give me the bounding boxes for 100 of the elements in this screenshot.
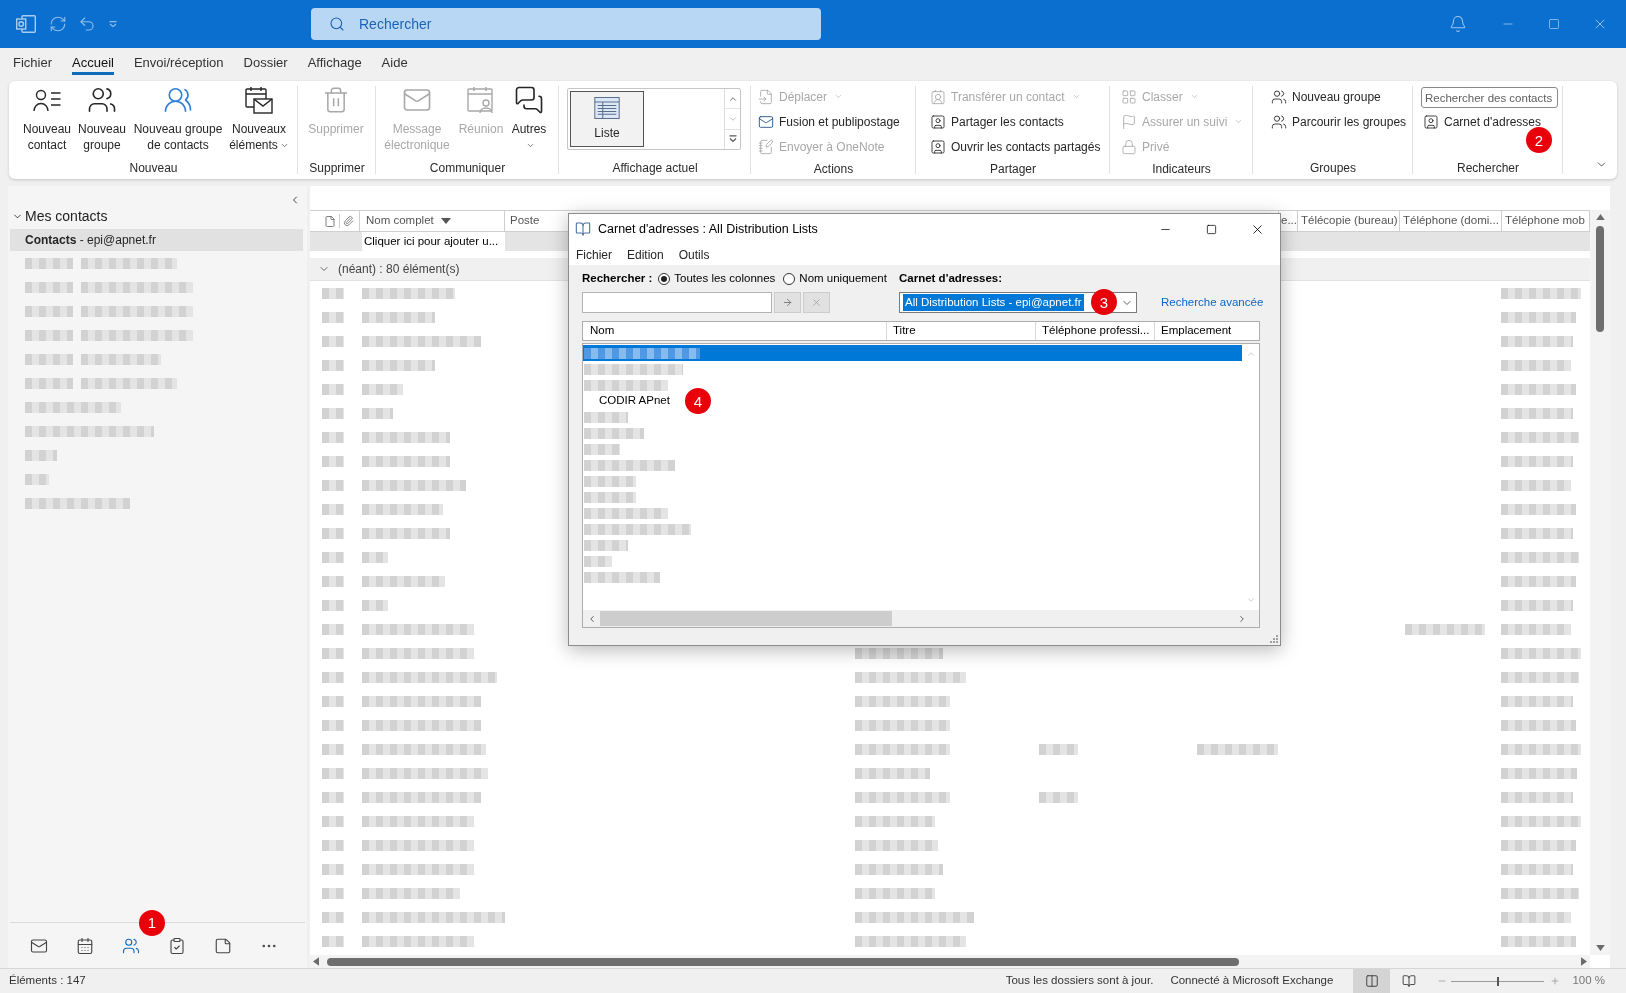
list-row[interactable] xyxy=(583,425,646,441)
scroll-up-icon[interactable] xyxy=(1595,214,1605,220)
people-icon xyxy=(1271,88,1287,105)
envelope-icon xyxy=(758,113,774,130)
list-row[interactable] xyxy=(583,441,622,457)
ribbon-button[interactable]: Nouveau contact xyxy=(20,81,74,157)
clear-icon xyxy=(811,297,822,308)
column-header[interactable]: e... xyxy=(1281,212,1297,230)
blurred-text xyxy=(584,411,628,423)
advanced-search-link[interactable]: Recherche avancée xyxy=(1161,293,1264,312)
blurred-text xyxy=(322,287,344,299)
blurred-text xyxy=(322,743,344,755)
step-marker: 4 xyxy=(685,388,711,414)
expand-gallery-icon[interactable] xyxy=(728,135,737,144)
blurred-text xyxy=(25,281,73,293)
blurred-text xyxy=(322,455,344,467)
zoom-in-icon[interactable] xyxy=(1550,976,1561,986)
search-field[interactable]: Rechercher xyxy=(311,8,821,40)
list-row[interactable] xyxy=(583,409,630,425)
list-row[interactable] xyxy=(583,537,630,553)
group-label: Affichage actuel xyxy=(611,160,699,177)
blurred-text xyxy=(362,599,388,611)
column-header[interactable]: Téléphone mob xyxy=(1505,212,1585,230)
caret-icon[interactable] xyxy=(109,21,117,27)
ribbon-button[interactable]: Parcourir les groupes xyxy=(1269,109,1409,134)
menu-tab[interactable]: Dossier xyxy=(243,48,288,75)
ribbon-button[interactable]: Nouveau groupe de contacts xyxy=(130,81,226,157)
scroll-left-icon[interactable] xyxy=(587,613,597,624)
menu-item[interactable]: Edition xyxy=(627,245,664,264)
app-logo-icon[interactable] xyxy=(16,15,36,33)
scrollbar-thumb[interactable] xyxy=(600,611,892,626)
ribbon-button[interactable]: Nouveau groupe xyxy=(75,81,129,157)
search-input[interactable] xyxy=(582,292,772,313)
tree-header[interactable]: Mes contacts xyxy=(8,206,307,226)
ribbon-button[interactable]: Nouveau groupe xyxy=(1269,84,1383,109)
list-row[interactable]: CODIR APnet xyxy=(583,393,672,409)
blurred-text xyxy=(1501,599,1573,611)
calendar-icon[interactable] xyxy=(76,936,94,955)
list-row[interactable] xyxy=(583,473,638,489)
column-header[interactable]: Nom xyxy=(583,322,887,340)
menu-tab[interactable]: Fichier xyxy=(13,48,52,75)
column-header[interactable]: Téléphone professi... xyxy=(1036,322,1155,340)
blurred-text xyxy=(322,839,344,851)
list-row[interactable] xyxy=(583,553,614,569)
ribbon-button[interactable]: Nouveaux éléments xyxy=(227,81,291,157)
maximize-icon[interactable] xyxy=(1205,223,1217,235)
go-button[interactable] xyxy=(774,292,801,313)
scroll-right-icon[interactable] xyxy=(1581,957,1587,966)
ribbon-button[interactable]: Ouvrir les contacts partagés xyxy=(928,134,1103,159)
menu-tab[interactable]: Envoi/réception xyxy=(133,48,224,75)
column-header[interactable]: Poste xyxy=(510,212,540,230)
resize-grip-icon[interactable] xyxy=(1269,634,1278,643)
contact-search-field[interactable]: Rechercher des contacts xyxy=(1421,87,1558,108)
blurred-text xyxy=(1501,623,1571,635)
blurred-text xyxy=(25,329,73,341)
column-header[interactable]: Titre xyxy=(887,322,1036,340)
slider-thumb[interactable] xyxy=(1496,976,1499,986)
column-header[interactable]: Téléphone (domi... xyxy=(1403,212,1499,230)
envelope-icon[interactable] xyxy=(30,936,48,955)
blurred-text xyxy=(322,719,344,731)
column-header[interactable]: Nom complet xyxy=(366,212,451,230)
new-item-field[interactable]: Cliquer ici pour ajouter u... xyxy=(362,232,505,251)
menu-item[interactable]: Outils xyxy=(678,245,710,264)
people-icon[interactable] xyxy=(122,936,140,955)
note-icon[interactable] xyxy=(214,936,232,955)
ribbon-button[interactable]: Autres xyxy=(508,81,550,157)
refresh-icon[interactable] xyxy=(49,15,67,33)
undo-icon[interactable] xyxy=(78,15,96,33)
menu-item[interactable]: Fichier xyxy=(576,245,612,264)
view-button[interactable] xyxy=(1353,969,1391,993)
vertical-scrollbar[interactable] xyxy=(1590,210,1610,955)
clear-button[interactable] xyxy=(803,292,830,313)
column-header[interactable]: Emplacement xyxy=(1155,322,1259,340)
horizontal-scrollbar[interactable] xyxy=(310,955,1590,968)
menu-tab[interactable]: Affichage xyxy=(307,48,362,75)
scroll-right-icon[interactable] xyxy=(1237,613,1247,624)
ribbon-button[interactable]: Partager les contacts xyxy=(928,109,1066,134)
horizontal-scrollbar[interactable] xyxy=(583,610,1259,627)
radio-option[interactable]: Nom uniquement xyxy=(783,270,887,288)
bell-icon[interactable] xyxy=(1449,15,1467,33)
group-label: Rechercher xyxy=(1456,160,1520,177)
menu-tab[interactable]: Accueil xyxy=(72,48,114,75)
list-row[interactable] xyxy=(583,489,638,505)
list-row[interactable] xyxy=(583,345,1242,361)
radio-option[interactable]: Toutes les colonnes xyxy=(658,270,776,288)
menu-tab[interactable]: Aide xyxy=(381,48,408,75)
book-icon xyxy=(1401,974,1416,988)
scrollbar-thumb[interactable] xyxy=(327,957,1239,966)
blurred-text xyxy=(25,449,57,461)
scroll-down-icon[interactable] xyxy=(1595,945,1605,951)
ribbon-button[interactable]: Fusion et publipostage xyxy=(756,109,902,134)
scrollbar-thumb[interactable] xyxy=(1596,226,1604,332)
clipboard-check-icon[interactable] xyxy=(168,936,186,955)
column-header[interactable]: Télécopie (bureau) xyxy=(1301,212,1398,230)
scroll-left-icon[interactable] xyxy=(313,957,319,966)
folder-item[interactable]: Contacts - epi@apnet.fr xyxy=(10,229,303,251)
blurred-text xyxy=(25,353,73,365)
gallery-item[interactable]: Liste xyxy=(570,91,644,147)
lock-icon xyxy=(1121,138,1137,155)
notebook-icon xyxy=(758,138,774,155)
